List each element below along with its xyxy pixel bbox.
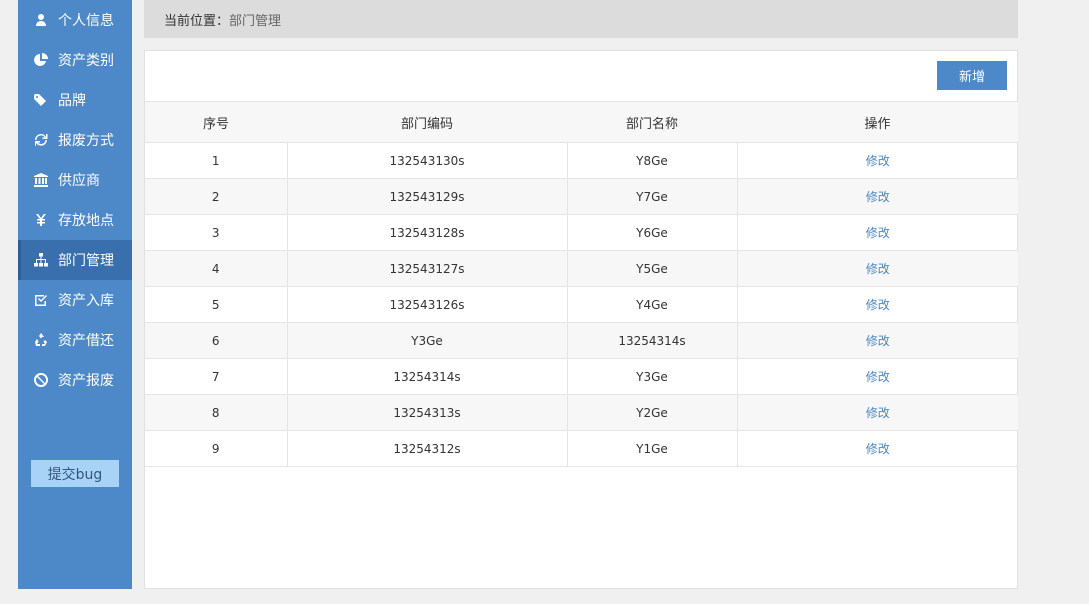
yen-icon (34, 213, 48, 227)
user-icon (34, 13, 48, 27)
sidebar-item-label: 资产类别 (58, 53, 114, 69)
sidebar-item-4[interactable]: 供应商 (18, 160, 132, 200)
cell-no: 1 (145, 142, 287, 179)
sidebar-item-label: 部门管理 (58, 253, 114, 269)
cell-name: 13254314s (566, 322, 737, 359)
cell-no: 2 (145, 178, 287, 215)
sidebar-item-2[interactable]: 品牌 (18, 80, 132, 120)
bank-icon (34, 173, 48, 187)
cell-no: 5 (145, 286, 287, 323)
header-name: 部门名称 (567, 101, 737, 143)
cell-name: Y2Ge (566, 394, 737, 431)
cell-action: 修改 (736, 358, 1018, 395)
cell-no: 6 (145, 322, 287, 359)
header-action: 操作 (737, 101, 1018, 143)
sidebar-item-label: 个人信息 (58, 13, 114, 29)
cell-name: Y3Ge (566, 358, 737, 395)
sidebar-nav: 个人信息资产类别品牌报废方式供应商存放地点部门管理资产入库资产借还资产报废 (18, 0, 132, 400)
header-code: 部门编码 (287, 101, 567, 143)
cell-action: 修改 (736, 394, 1018, 431)
cell-code: 132543126s (286, 286, 567, 323)
sidebar-item-label: 存放地点 (58, 213, 114, 229)
recycle-icon (34, 333, 48, 347)
cell-code: 13254312s (286, 430, 567, 467)
table-row: 9 13254312s Y1Ge 修改 (145, 430, 1018, 467)
table-row: 1 132543130s Y8Ge 修改 (145, 142, 1018, 179)
cell-code: 13254314s (286, 358, 567, 395)
cell-no: 8 (145, 394, 287, 431)
edit-link[interactable]: 修改 (866, 226, 890, 240)
department-table: 序号 部门编码 部门名称 操作 1 132543130s Y8Ge 修改 2 132543… (145, 101, 1018, 467)
cell-name: Y4Ge (566, 286, 737, 323)
cell-code: 132543128s (286, 214, 567, 251)
cell-no: 3 (145, 214, 287, 251)
sidebar-item-label: 供应商 (58, 173, 100, 189)
ban-icon (34, 373, 48, 387)
cell-action: 修改 (736, 250, 1018, 287)
sidebar-item-8[interactable]: 资产借还 (18, 320, 132, 360)
cell-code: 132543130s (286, 142, 567, 179)
check-square-icon (34, 293, 48, 307)
sidebar-item-5[interactable]: 存放地点 (18, 200, 132, 240)
sidebar: 个人信息资产类别品牌报废方式供应商存放地点部门管理资产入库资产借还资产报废 提交… (18, 0, 132, 589)
edit-link[interactable]: 修改 (866, 334, 890, 348)
sidebar-item-6[interactable]: 部门管理 (18, 240, 132, 280)
edit-link[interactable]: 修改 (866, 370, 890, 384)
header-no: 序号 (145, 101, 287, 143)
table-row: 8 13254313s Y2Ge 修改 (145, 394, 1018, 431)
cell-no: 7 (145, 358, 287, 395)
sidebar-item-label: 报废方式 (58, 133, 114, 149)
table-row: 7 13254314s Y3Ge 修改 (145, 358, 1018, 395)
cell-code: 132543129s (286, 178, 567, 215)
submit-bug-button[interactable]: 提交bug (31, 460, 119, 487)
refresh-icon (34, 133, 48, 147)
edit-link[interactable]: 修改 (866, 442, 890, 456)
table-row: 2 132543129s Y7Ge 修改 (145, 178, 1018, 215)
table-row: 6 Y3Ge 13254314s 修改 (145, 322, 1018, 359)
pie-chart-icon (34, 53, 48, 67)
cell-action: 修改 (736, 322, 1018, 359)
table-row: 3 132543128s Y6Ge 修改 (145, 214, 1018, 251)
tags-icon (34, 93, 48, 107)
edit-link[interactable]: 修改 (866, 190, 890, 204)
breadcrumb-label: 当前位置： (164, 13, 230, 29)
cell-name: Y8Ge (566, 142, 737, 179)
sidebar-item-label: 品牌 (58, 93, 86, 109)
sitemap-icon (34, 253, 48, 267)
edit-link[interactable]: 修改 (866, 262, 890, 276)
cell-code: Y3Ge (286, 322, 567, 359)
cell-action: 修改 (736, 214, 1018, 251)
cell-no: 4 (145, 250, 287, 287)
cell-name: Y6Ge (566, 214, 737, 251)
sidebar-item-0[interactable]: 个人信息 (18, 0, 132, 40)
cell-name: Y7Ge (566, 178, 737, 215)
sidebar-item-9[interactable]: 资产报废 (18, 360, 132, 400)
cell-action: 修改 (736, 142, 1018, 179)
cell-name: Y1Ge (566, 430, 737, 467)
sidebar-item-label: 资产报废 (58, 373, 114, 389)
edit-link[interactable]: 修改 (866, 406, 890, 420)
table-row: 4 132543127s Y5Ge 修改 (145, 250, 1018, 287)
sidebar-item-7[interactable]: 资产入库 (18, 280, 132, 320)
sidebar-item-1[interactable]: 资产类别 (18, 40, 132, 80)
table-row: 5 132543126s Y4Ge 修改 (145, 286, 1018, 323)
cell-action: 修改 (736, 178, 1018, 215)
sidebar-item-label: 资产入库 (58, 293, 114, 309)
content-panel: 新增 序号 部门编码 部门名称 操作 1 132543130s Y8Ge 修改 2 132… (144, 50, 1018, 589)
breadcrumb-current: 部门管理 (229, 13, 282, 29)
cell-no: 9 (145, 430, 287, 467)
edit-link[interactable]: 修改 (866, 298, 890, 312)
cell-action: 修改 (736, 430, 1018, 467)
add-button[interactable]: 新增 (937, 61, 1007, 90)
cell-action: 修改 (736, 286, 1018, 323)
breadcrumb: 当前位置： 部门管理 (144, 0, 1018, 38)
cell-name: Y5Ge (566, 250, 737, 287)
edit-link[interactable]: 修改 (866, 154, 890, 168)
sidebar-item-3[interactable]: 报废方式 (18, 120, 132, 160)
table-header-row: 序号 部门编码 部门名称 操作 (145, 101, 1018, 143)
sidebar-item-label: 资产借还 (58, 333, 114, 349)
table-body: 1 132543130s Y8Ge 修改 2 132543129s Y7Ge 修改 3 13254… (145, 142, 1018, 467)
cell-code: 13254313s (286, 394, 567, 431)
cell-code: 132543127s (286, 250, 567, 287)
